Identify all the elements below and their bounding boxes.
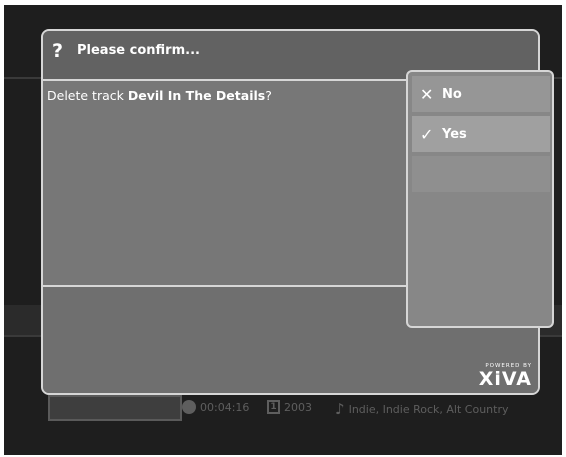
brand-name: XiVA <box>478 368 532 390</box>
message-prefix: Delete track <box>47 88 128 103</box>
clock-icon <box>182 400 196 414</box>
dialog-title: Please confirm... <box>77 43 200 58</box>
track-year: 2003 <box>284 400 312 414</box>
no-label: No <box>442 86 462 102</box>
close-icon: ✕ <box>420 84 434 104</box>
genre-item: ♪ Indie, Indie Rock, Alt Country <box>335 400 509 418</box>
year-item: 1 2003 <box>267 400 312 414</box>
empty-menu-slot <box>412 156 550 192</box>
message-suffix: ? <box>265 88 272 103</box>
music-note-icon: ♪ <box>335 400 345 418</box>
checkmark-icon: ✓ <box>420 124 434 144</box>
yes-button[interactable]: ✓ Yes <box>412 116 550 152</box>
track-name: Devil In The Details <box>127 88 266 103</box>
xiva-logo: POWERED BY XiVA <box>479 363 532 389</box>
album-art-thumbnail <box>48 395 182 421</box>
track-duration: 00:04:16 <box>200 400 250 414</box>
screen-background: 00:04:16 1 2003 ♪ Indie, Indie Rock, Alt… <box>4 5 562 455</box>
duration-item: 00:04:16 <box>182 400 249 414</box>
choice-menu: ✕ No ✓ Yes <box>406 70 554 328</box>
yes-label: Yes <box>442 126 467 142</box>
calendar-icon: 1 <box>267 400 280 414</box>
question-icon: ? <box>52 40 64 62</box>
track-info-bar: 00:04:16 1 2003 ♪ Indie, Indie Rock, Alt… <box>48 395 548 423</box>
track-genre: Indie, Indie Rock, Alt Country <box>348 402 509 416</box>
dialog-message: Delete track Devil In The Details? <box>47 88 272 103</box>
no-button[interactable]: ✕ No <box>412 76 550 112</box>
